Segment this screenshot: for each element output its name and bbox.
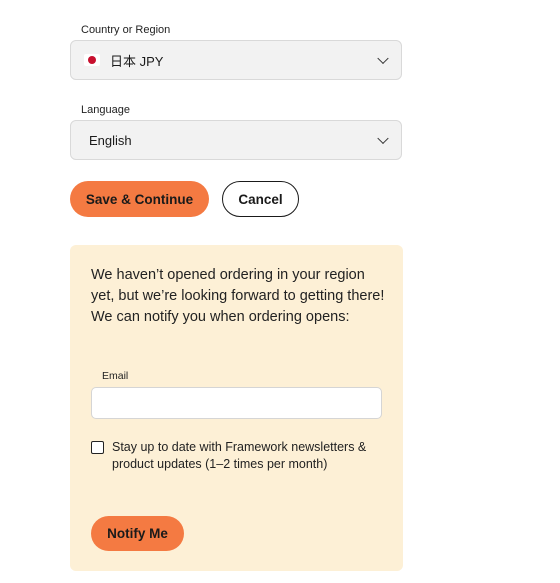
chevron-down-icon (377, 52, 389, 65)
newsletter-label: Stay up to date with Framework newslette… (112, 440, 367, 471)
save-continue-button[interactable]: Save & Continue (70, 181, 209, 217)
notify-me-button[interactable]: Notify Me (91, 516, 184, 551)
language-selected-value: English (89, 132, 132, 148)
chevron-down-icon (377, 132, 389, 145)
language-select[interactable]: English (70, 120, 402, 160)
japan-flag-icon (84, 54, 100, 66)
email-field[interactable] (91, 387, 382, 419)
newsletter-checkbox[interactable] (91, 441, 104, 454)
region-selected-value: 日本 JPY (110, 53, 164, 69)
region-select[interactable]: 日本 JPY (70, 40, 402, 80)
notify-panel: We haven’t opened ordering in your regio… (70, 245, 403, 571)
cancel-button[interactable]: Cancel (222, 181, 299, 217)
region-settings-page: Country or Region 日本 JPY Language Englis… (0, 0, 560, 583)
notify-message: We haven’t opened ordering in your regio… (91, 267, 385, 325)
email-label: Email (102, 370, 129, 382)
language-label: Language (81, 104, 130, 116)
region-label: Country or Region (81, 24, 171, 36)
